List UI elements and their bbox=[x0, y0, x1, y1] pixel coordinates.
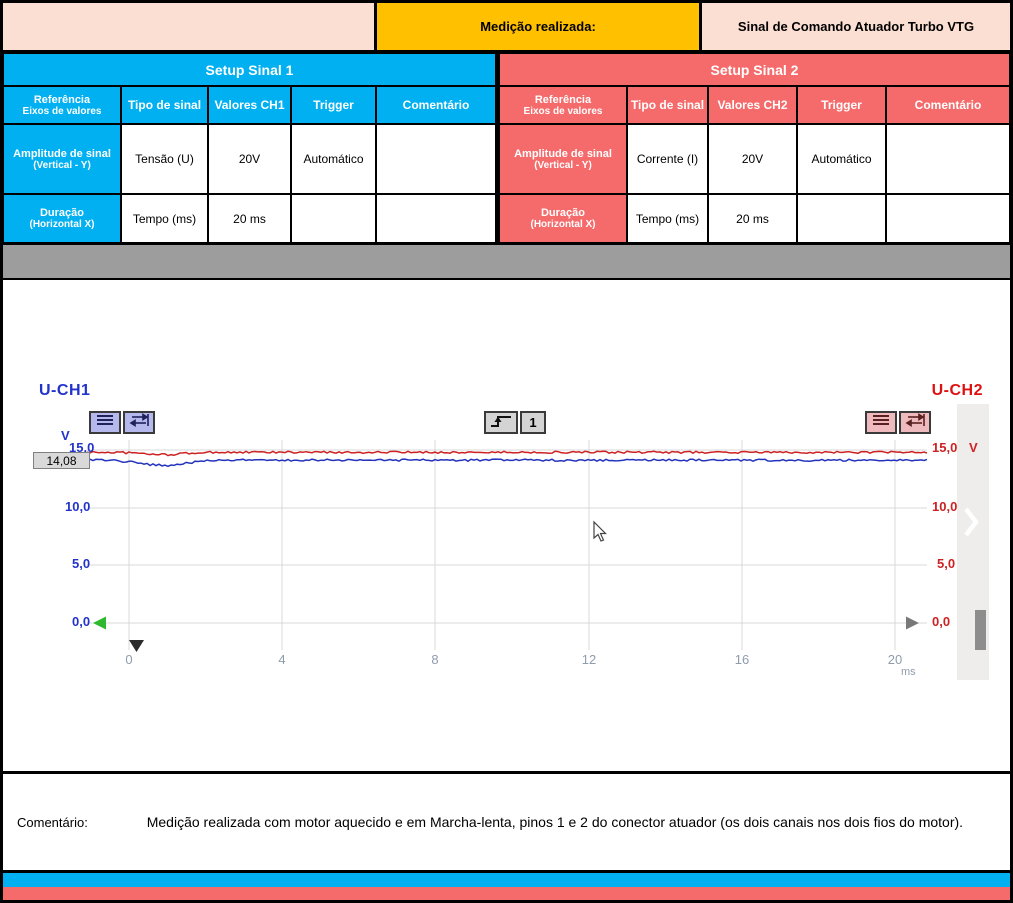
report-header: Medição realizada: Sinal de Comando Atua… bbox=[3, 3, 1010, 53]
right-tick-10: 10,0 bbox=[932, 499, 957, 514]
setup2-col-trigger: Trigger bbox=[797, 86, 886, 124]
ref-line1: Duração bbox=[40, 207, 84, 219]
mouse-cursor-icon bbox=[594, 522, 606, 541]
setup2-row1-ref: Amplitude de sinal (Vertical - Y) bbox=[499, 124, 627, 194]
setup1-title: Setup Sinal 1 bbox=[3, 53, 496, 86]
setup1-col-referencia: Referência Eixos de valores bbox=[3, 86, 121, 124]
setup2-col-comentario: Comentário bbox=[886, 86, 1010, 124]
setup2-col-valores: Valores CH2 bbox=[708, 86, 797, 124]
setup-sinal-2-table: Setup Sinal 2 Referência Eixos de valore… bbox=[499, 53, 1010, 243]
ch1-waveform bbox=[87, 459, 927, 466]
setup2-row1-valores: 20V bbox=[708, 124, 797, 194]
ch1-zero-marker[interactable] bbox=[93, 617, 106, 630]
left-tick-5: 5,0 bbox=[72, 556, 90, 571]
ch2-zero-marker[interactable] bbox=[906, 617, 919, 630]
right-tick-0: 0,0 bbox=[932, 614, 950, 629]
bottom-cyan-bar bbox=[3, 873, 1010, 887]
right-tick-15: 15,0 bbox=[932, 440, 957, 455]
setup1-row2-trigger bbox=[291, 194, 376, 243]
ch1-coupling-button[interactable] bbox=[123, 411, 155, 434]
setup2-row1-trigger: Automático bbox=[797, 124, 886, 194]
ch1-menu-button[interactable] bbox=[89, 411, 121, 434]
menu-lines-icon bbox=[871, 413, 891, 432]
setup1-row1-tipo: Tensão (U) bbox=[121, 124, 208, 194]
setup1-row1-comentario bbox=[376, 124, 496, 194]
ref-line2: (Horizontal X) bbox=[531, 219, 596, 230]
menu-lines-icon bbox=[95, 413, 115, 432]
transfer-arrows-icon bbox=[129, 413, 149, 432]
ref-line1: Amplitude de sinal bbox=[514, 148, 612, 160]
col-header-line1: Referência bbox=[34, 94, 90, 106]
setup2-col-tipo: Tipo de sinal bbox=[627, 86, 708, 124]
setup1-row1-trigger: Automático bbox=[291, 124, 376, 194]
setup1-row2-valores: 20 ms bbox=[208, 194, 291, 243]
x-tick-0: 0 bbox=[125, 652, 132, 667]
trigger-source-button[interactable]: 1 bbox=[520, 411, 546, 434]
bottom-red-bar bbox=[3, 887, 1010, 900]
setup1-col-tipo: Tipo de sinal bbox=[121, 86, 208, 124]
ref-line2: (Vertical - Y) bbox=[33, 160, 91, 171]
col-header-line1: Referência bbox=[535, 94, 591, 106]
oscilloscope-panel: U-CH1 U-CH2 bbox=[29, 378, 989, 680]
grid-lines bbox=[87, 440, 927, 650]
comment-text: Medição realizada com motor aquecido e e… bbox=[88, 813, 1010, 832]
setup-tables: Setup Sinal 1 Referência Eixos de valore… bbox=[3, 53, 1010, 243]
setup1-row2-comentario bbox=[376, 194, 496, 243]
left-tick-10: 10,0 bbox=[65, 499, 90, 514]
x-tick-20: 20 bbox=[888, 652, 902, 667]
setup1-col-comentario: Comentário bbox=[376, 86, 496, 124]
setup1-row2-ref: Duração (Horizontal X) bbox=[3, 194, 121, 243]
ch2-waveform bbox=[87, 451, 927, 455]
trigger-time-marker[interactable] bbox=[129, 640, 144, 652]
x-tick-16: 16 bbox=[735, 652, 749, 667]
setup1-col-trigger: Trigger bbox=[291, 86, 376, 124]
setup2-row1-tipo: Corrente (I) bbox=[627, 124, 708, 194]
ch1-level-marker[interactable]: 14,08 bbox=[33, 452, 90, 469]
measurement-title: Sinal de Comando Atuador Turbo VTG bbox=[702, 3, 1010, 50]
ch2-coupling-button[interactable] bbox=[899, 411, 931, 434]
setup1-row1-ref: Amplitude de sinal (Vertical - Y) bbox=[3, 124, 121, 194]
measurement-label: Medição realizada: bbox=[377, 3, 702, 50]
ref-line2: (Vertical - Y) bbox=[534, 160, 592, 171]
setup2-row2-trigger bbox=[797, 194, 886, 243]
ref-line2: (Horizontal X) bbox=[30, 219, 95, 230]
ref-line1: Amplitude de sinal bbox=[13, 148, 111, 160]
setup2-row2-ref: Duração (Horizontal X) bbox=[499, 194, 627, 243]
right-tick-5: 5,0 bbox=[937, 556, 955, 571]
ch2-menu-button[interactable] bbox=[865, 411, 897, 434]
left-tick-0: 0,0 bbox=[72, 614, 90, 629]
measurement-report-page: Medição realizada: Sinal de Comando Atua… bbox=[0, 0, 1013, 903]
x-tick-4: 4 bbox=[278, 652, 285, 667]
rising-edge-icon bbox=[489, 413, 513, 432]
setup2-row2-tipo: Tempo (ms) bbox=[627, 194, 708, 243]
x-axis-unit: ms bbox=[901, 666, 916, 678]
col-header-line2: Eixos de valores bbox=[524, 106, 603, 117]
header-blank-cell bbox=[3, 3, 377, 50]
setup2-col-referencia: Referência Eixos de valores bbox=[499, 86, 627, 124]
setup1-row2-tipo: Tempo (ms) bbox=[121, 194, 208, 243]
separator-band bbox=[3, 243, 1010, 280]
setup1-row1-valores: 20V bbox=[208, 124, 291, 194]
setup2-row2-valores: 20 ms bbox=[708, 194, 797, 243]
setup2-row2-comentario bbox=[886, 194, 1010, 243]
setup2-title: Setup Sinal 2 bbox=[499, 53, 1010, 86]
right-axis-unit: V bbox=[969, 440, 978, 455]
setup-sinal-1-table: Setup Sinal 1 Referência Eixos de valore… bbox=[3, 53, 499, 243]
trigger-slope-button[interactable] bbox=[484, 411, 518, 434]
x-tick-8: 8 bbox=[431, 652, 438, 667]
setup2-row1-comentario bbox=[886, 124, 1010, 194]
comment-label: Comentário: bbox=[17, 815, 88, 830]
setup1-col-valores: Valores CH1 bbox=[208, 86, 291, 124]
comment-section: Comentário: Medição realizada com motor … bbox=[3, 771, 1010, 873]
x-tick-12: 12 bbox=[582, 652, 596, 667]
col-header-line2: Eixos de valores bbox=[23, 106, 102, 117]
transfer-arrows-icon bbox=[905, 413, 925, 432]
ref-line1: Duração bbox=[541, 207, 585, 219]
